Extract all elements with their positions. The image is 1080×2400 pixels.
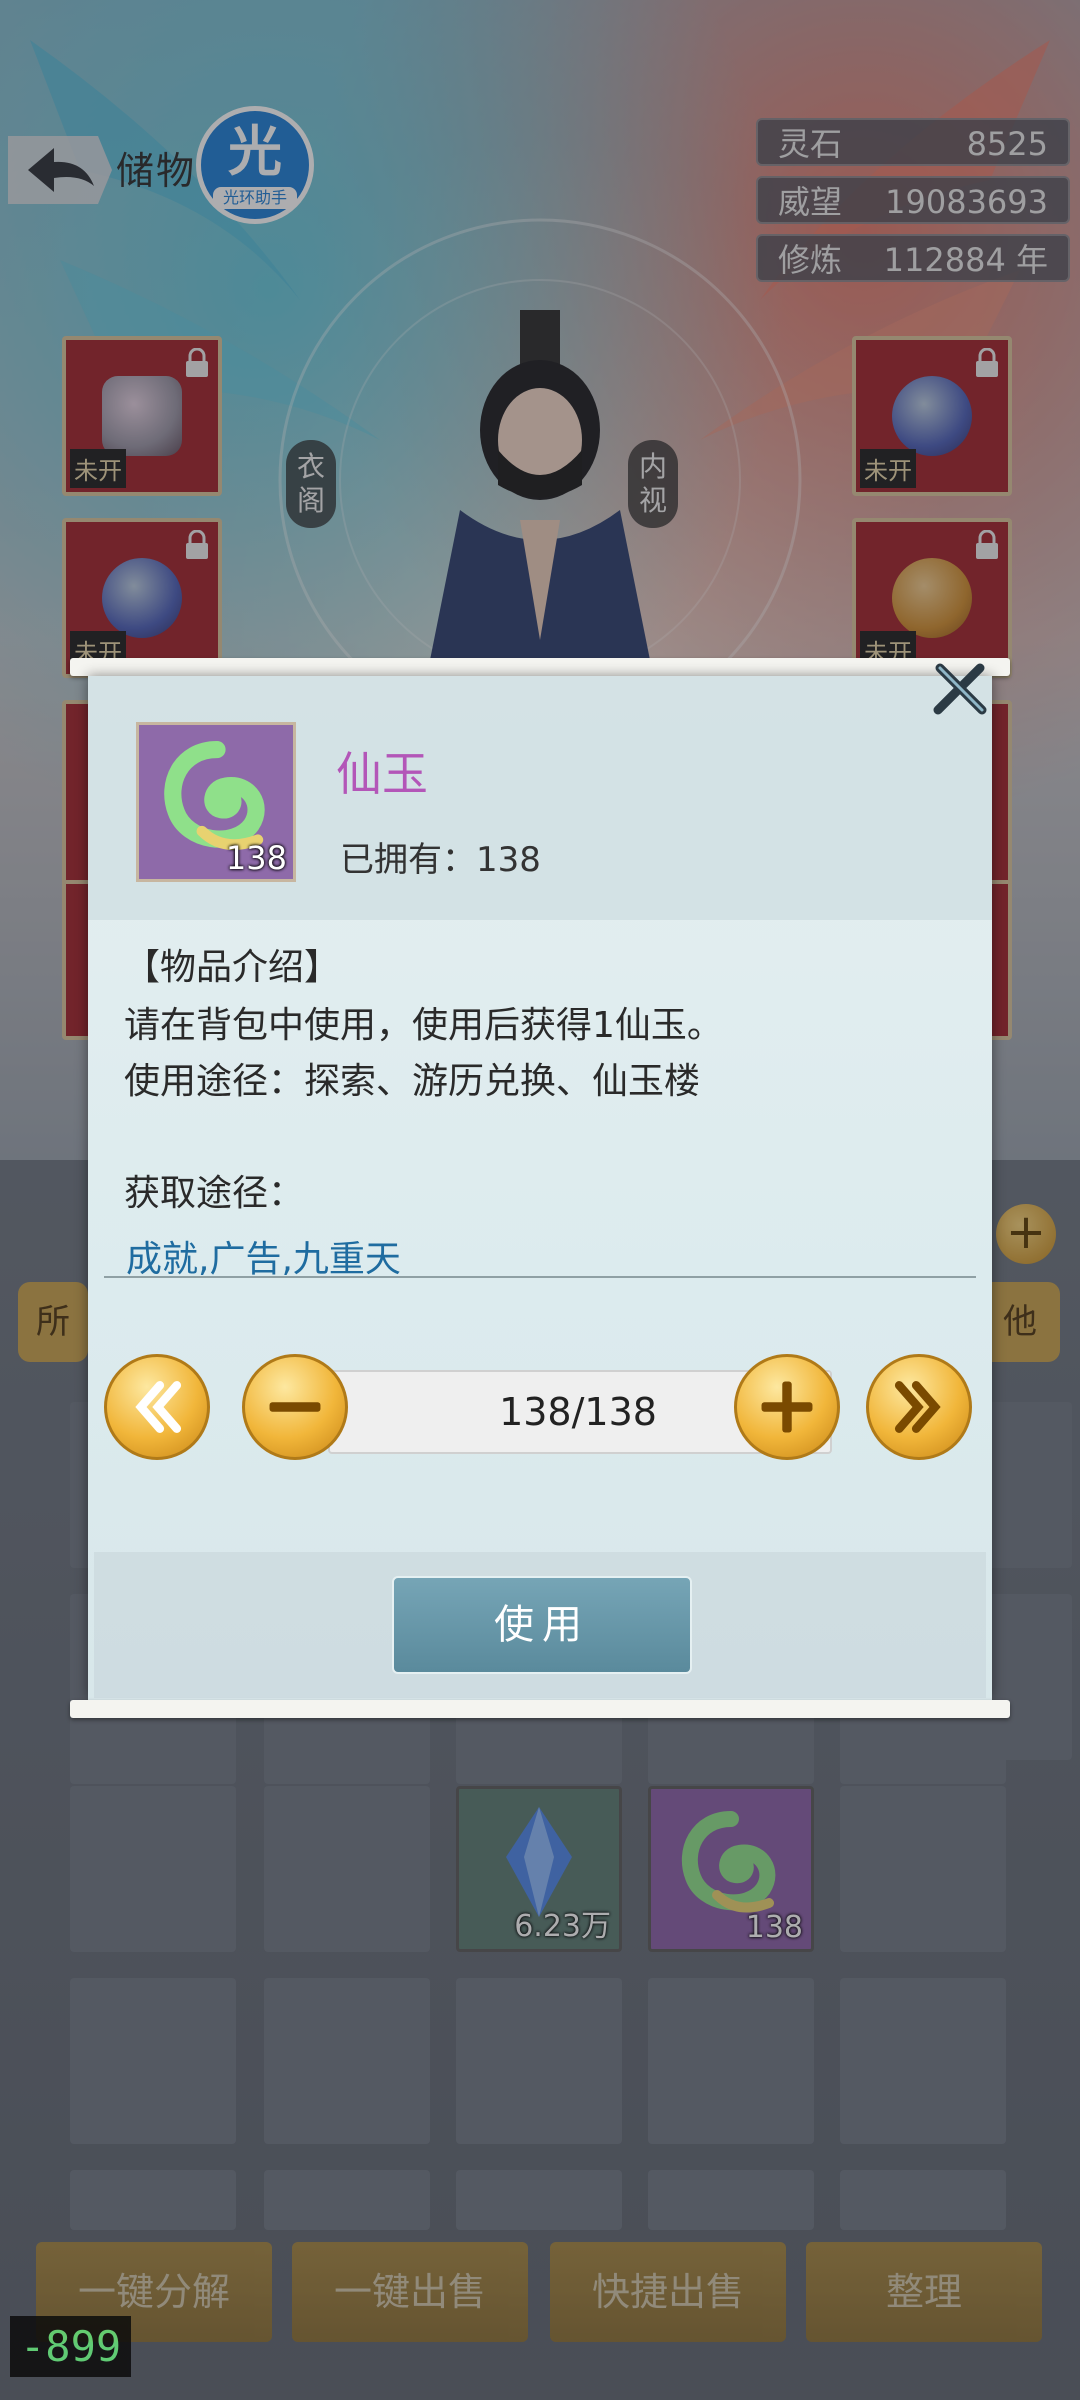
fps-counter: -899 — [10, 2316, 132, 2377]
use-button[interactable]: 使用 — [392, 1576, 692, 1674]
description-line-2: 使用途径：探索、游历兑换、仙玉楼 — [124, 1061, 701, 1102]
item-icon-frame: 138 — [136, 722, 296, 882]
decrease-button[interactable] — [242, 1354, 348, 1460]
owned-value: 138 — [476, 840, 541, 880]
minus-icon — [269, 1402, 321, 1412]
double-chevron-right-icon — [894, 1381, 941, 1433]
owned-label: 已拥有： — [340, 840, 476, 880]
source-label: 获取途径： — [124, 1173, 305, 1214]
dialog-bottom-rail — [70, 1700, 1010, 1718]
item-detail-dialog: 138 仙玉 已拥有：138 【物品介绍】 请在背包中使用，使用后获得1仙玉。 … — [88, 676, 992, 1700]
plus-icon — [761, 1381, 813, 1433]
close-icon[interactable] — [930, 660, 990, 720]
max-quantity-button[interactable] — [866, 1354, 972, 1460]
source-links[interactable]: 成就,广告,九重天 — [126, 1230, 401, 1282]
section-title: 【物品介绍】 — [124, 947, 341, 988]
double-chevron-left-icon — [135, 1381, 182, 1433]
owned-count: 已拥有：138 — [340, 832, 541, 881]
description-line-1: 请在背包中使用，使用后获得1仙玉。 — [124, 1005, 723, 1046]
dialog-top-rail — [70, 658, 1010, 676]
divider — [104, 1276, 976, 1278]
min-quantity-button[interactable] — [104, 1354, 210, 1460]
increase-button[interactable] — [734, 1354, 840, 1460]
item-name: 仙玉 — [336, 747, 428, 801]
item-icon-count: 138 — [225, 839, 287, 877]
